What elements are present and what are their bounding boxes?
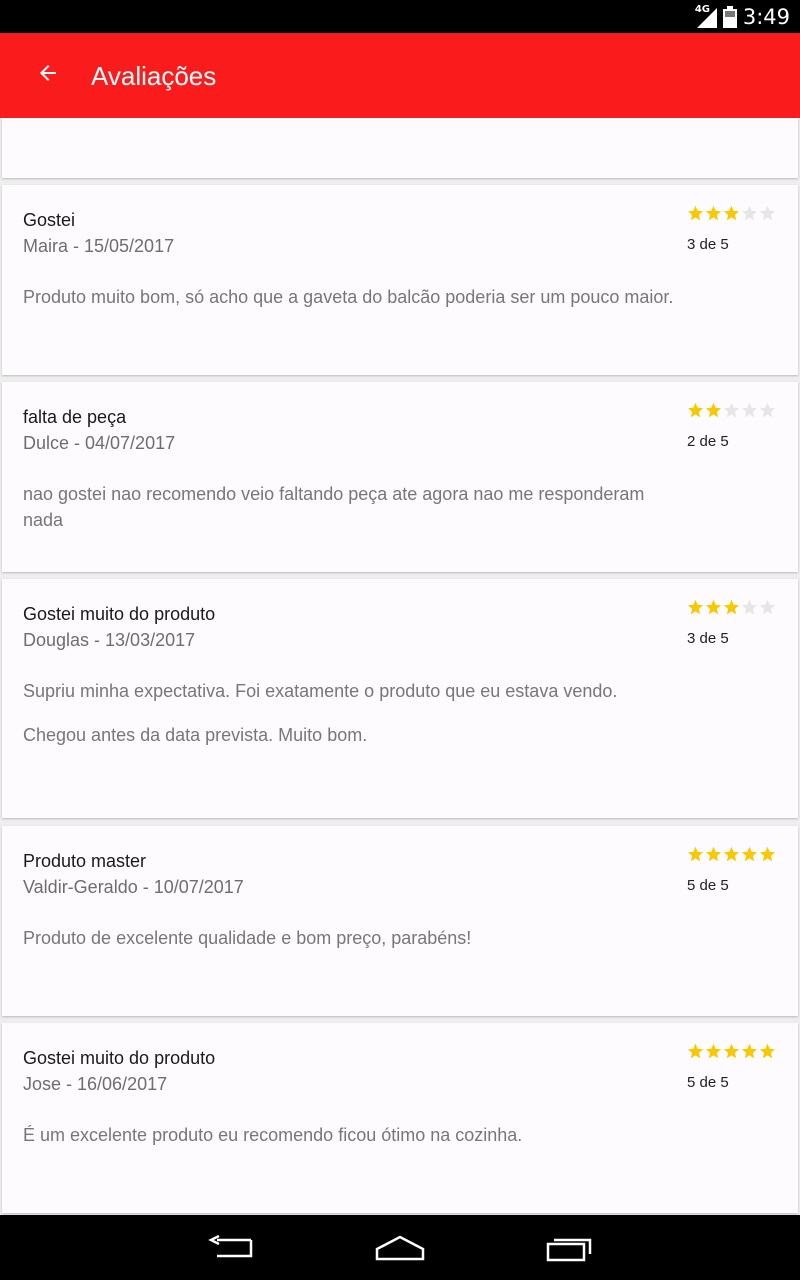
review-paragraph: É um excelente produto eu recomendo fico… [23,1125,523,1145]
status-bar: 4G 3:49 [0,0,800,33]
star-empty-icon [760,599,775,615]
star-filled-icon [724,205,739,221]
review-card: Produto master Valdir-Geraldo - 10/07/20… [2,826,798,1016]
summary-card-partial [2,118,798,178]
signal-icon: 4G [694,3,717,28]
battery-icon [722,5,737,28]
star-empty-icon [742,402,757,418]
nav-recents-icon [546,1238,592,1262]
star-filled-icon [706,599,721,615]
star-empty-icon [724,402,739,418]
rating-text: 3 de 5 [687,236,729,253]
review-title: Gostei muito do produto [23,1048,216,1068]
rating-stars [687,599,776,616]
star-filled-icon [724,1043,739,1059]
rating-stars [687,1043,776,1060]
back-button[interactable] [26,51,70,95]
review-paragraph: nao gostei nao recomendo veio faltando p… [23,484,645,530]
review-title: Gostei [23,210,76,230]
review-card: Gostei Maira - 15/05/2017 3 de 5 Produto… [2,185,798,375]
review-author-date: Douglas - 13/03/2017 [23,630,196,650]
review-paragraph: Produto de excelente qualidade e bom pre… [23,928,472,948]
star-filled-icon [688,846,703,862]
nav-home-button[interactable] [370,1229,430,1267]
review-title: Produto master [23,851,147,871]
star-filled-icon [742,846,757,862]
review-author-date: Valdir-Geraldo - 10/07/2017 [23,877,244,897]
star-empty-icon [742,599,757,615]
navigation-bar [0,1215,800,1280]
review-title: Gostei muito do produto [23,604,216,624]
review-paragraph: Chegou antes da data prevista. Muito bom… [23,725,368,745]
star-filled-icon [760,846,775,862]
nav-back-button[interactable] [200,1229,260,1267]
page-title: Avaliações [91,61,217,91]
review-body: É um excelente produto eu recomendo fico… [23,1122,683,1148]
star-empty-icon [760,402,775,418]
rating-text: 5 de 5 [687,1074,729,1091]
star-filled-icon [760,1043,775,1059]
review-paragraph: Produto muito bom, só acho que a gaveta … [23,287,674,307]
nav-home-icon [375,1235,425,1261]
star-filled-icon [688,205,703,221]
arrow-back-icon [40,65,56,81]
star-filled-icon [706,1043,721,1059]
star-filled-icon [706,205,721,221]
rating-text: 5 de 5 [687,877,729,894]
star-empty-icon [742,205,757,221]
rating-text: 3 de 5 [687,630,729,647]
network-type: 4G [694,3,710,15]
star-filled-icon [688,402,703,418]
rating-stars [687,402,776,419]
star-filled-icon [706,402,721,418]
star-filled-icon [688,599,703,615]
rating-text: 2 de 5 [687,433,729,450]
star-filled-icon [724,599,739,615]
reviews-list[interactable]: Gostei Maira - 15/05/2017 3 de 5 Produto… [0,118,800,1215]
review-author-date: Maira - 15/05/2017 [23,236,175,256]
status-time: 3:49 [742,4,790,29]
star-empty-icon [760,205,775,221]
review-title: falta de peça [23,407,127,427]
app-bar: Avaliações [0,33,800,118]
review-paragraph: Supriu minha expectativa. Foi exatamente… [23,681,618,701]
star-filled-icon [688,1043,703,1059]
nav-recents-button[interactable] [540,1229,600,1267]
review-author-date: Jose - 16/06/2017 [23,1074,168,1094]
star-filled-icon [706,846,721,862]
review-card: falta de peça Dulce - 04/07/2017 2 de 5 … [2,382,798,572]
status-icons: 4G 3:49 [695,0,790,33]
star-filled-icon [724,846,739,862]
review-card: Gostei muito do produto Jose - 16/06/201… [2,1023,798,1213]
nav-back-icon [208,1235,253,1258]
rating-stars [687,205,776,222]
rating-stars [687,846,776,863]
review-card: Gostei muito do produto Douglas - 13/03/… [2,579,798,818]
review-body: nao gostei nao recomendo veio faltando p… [23,481,683,533]
review-author-date: Dulce - 04/07/2017 [23,433,176,453]
review-body: Produto muito bom, só acho que a gaveta … [23,284,683,310]
star-filled-icon [742,1043,757,1059]
review-body: Produto de excelente qualidade e bom pre… [23,925,683,951]
review-body: Supriu minha expectativa. Foi exatamente… [23,678,683,748]
